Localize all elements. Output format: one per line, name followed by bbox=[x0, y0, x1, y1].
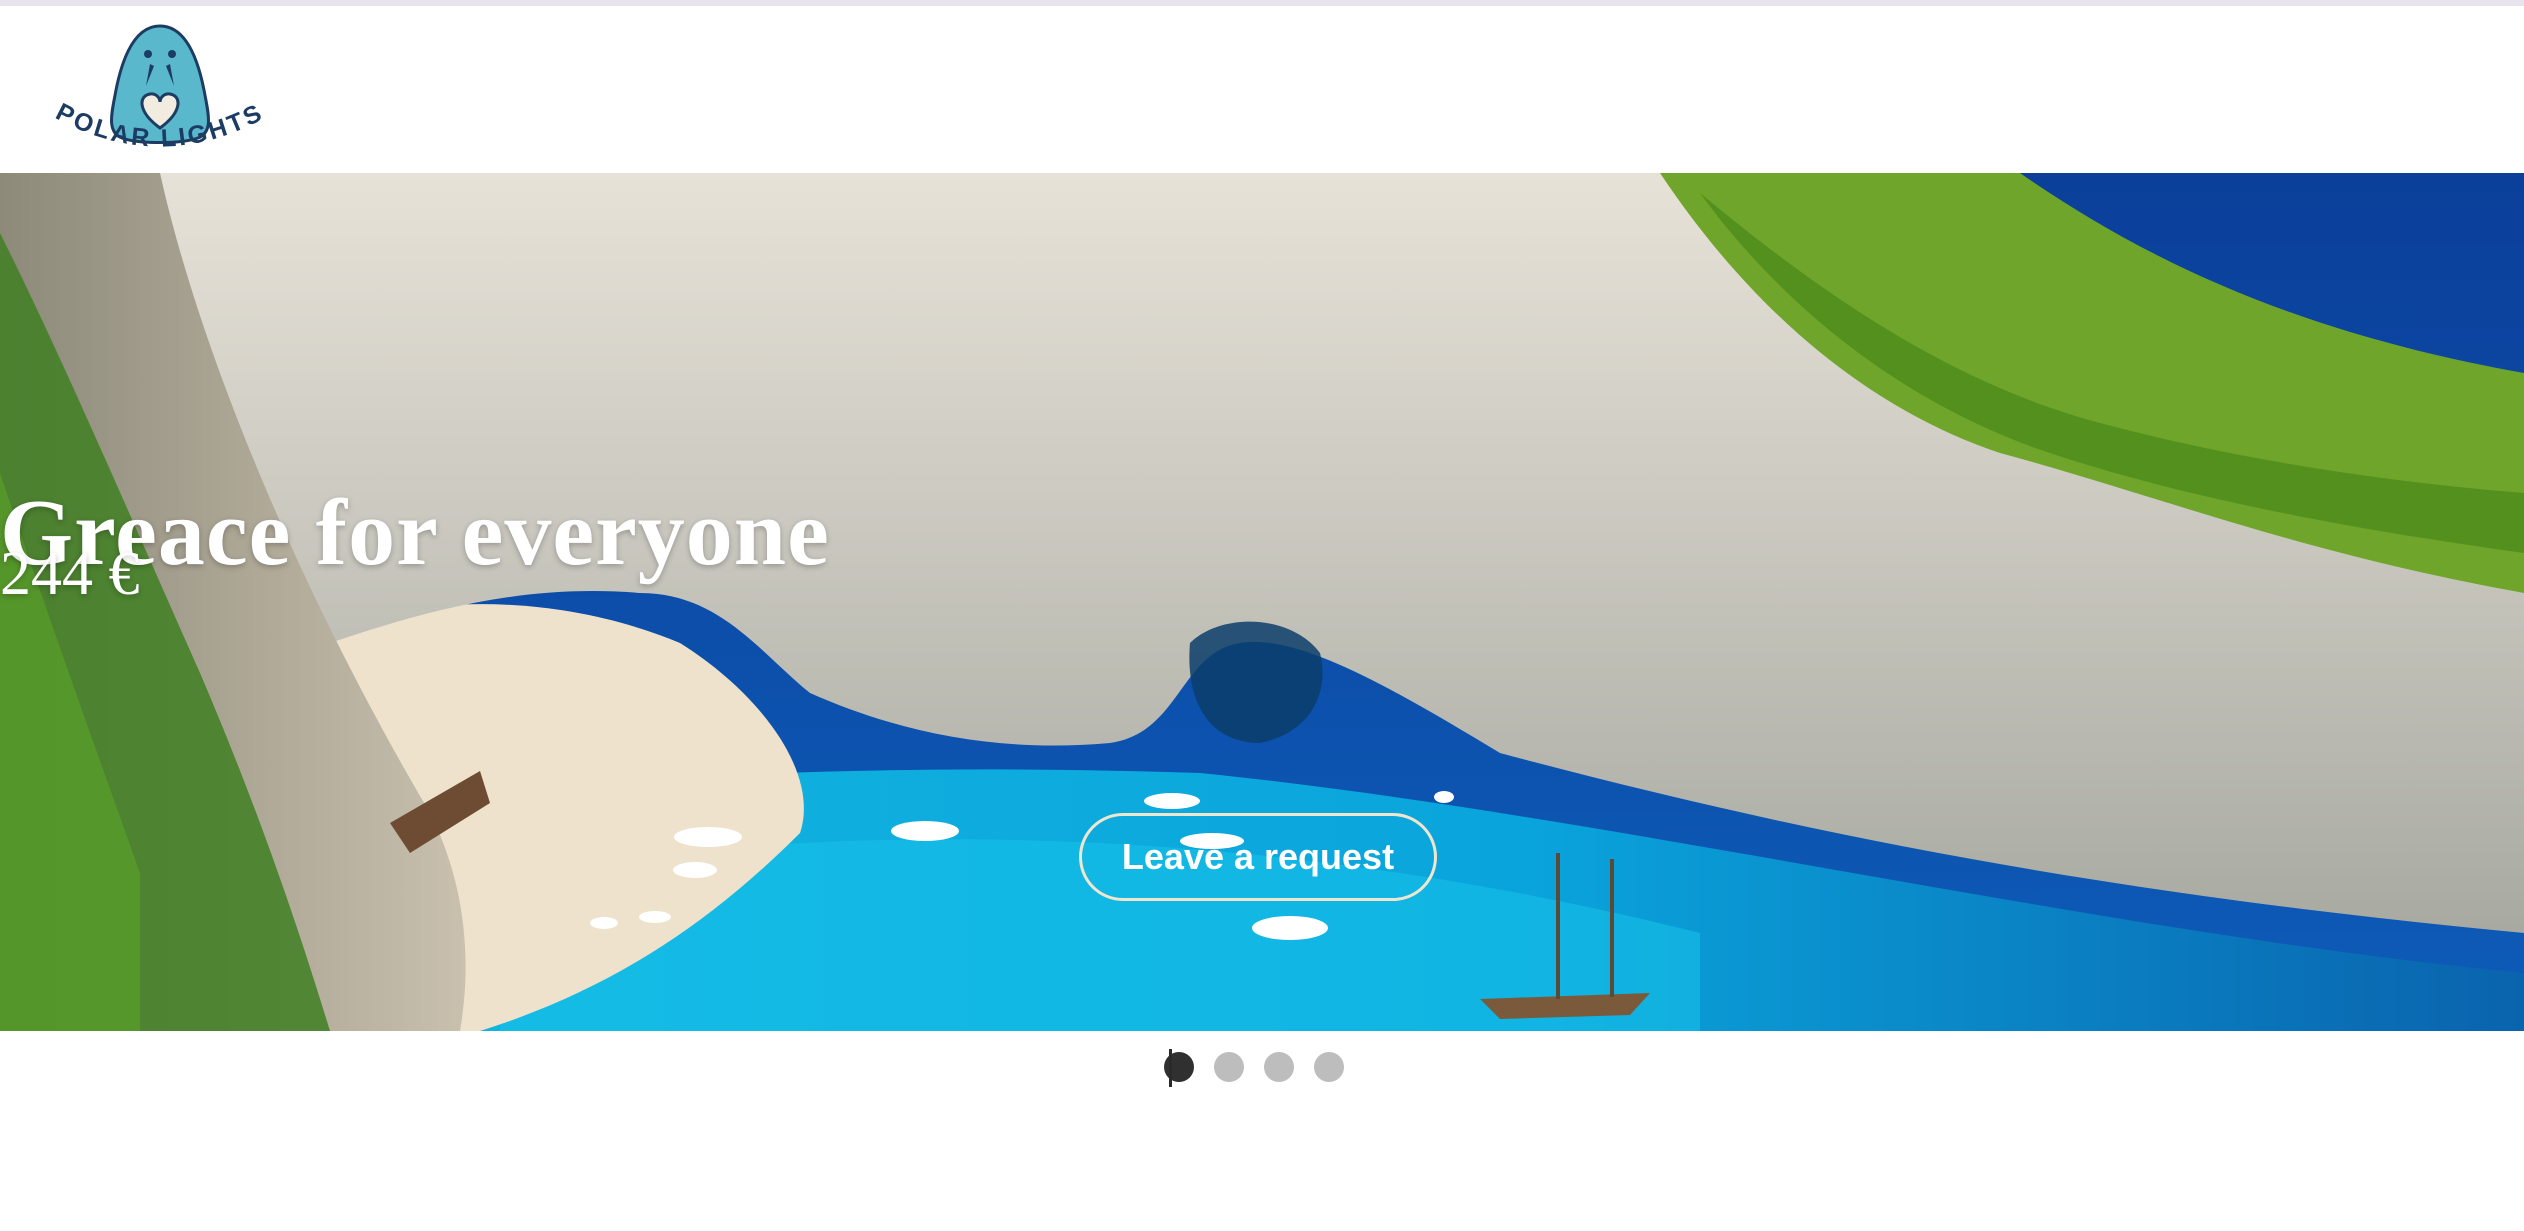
hero-price: 244 € bbox=[0, 540, 140, 608]
leave-request-button[interactable]: Leave a request bbox=[1079, 813, 1437, 901]
hero-slider: Greace for everyone 244 € Leave a reques… bbox=[0, 173, 2524, 1031]
site-header: POLAR LIGHTS bbox=[0, 6, 2524, 173]
polar-lights-logo: POLAR LIGHTS bbox=[51, 24, 266, 153]
slider-pagination bbox=[1164, 1051, 1344, 1083]
slider-dot-3[interactable] bbox=[1264, 1052, 1294, 1082]
slider-dot-2[interactable] bbox=[1214, 1052, 1244, 1082]
hero-background-image bbox=[0, 173, 2524, 1031]
text-cursor bbox=[1169, 1049, 1172, 1087]
slider-dot-4[interactable] bbox=[1314, 1052, 1344, 1082]
